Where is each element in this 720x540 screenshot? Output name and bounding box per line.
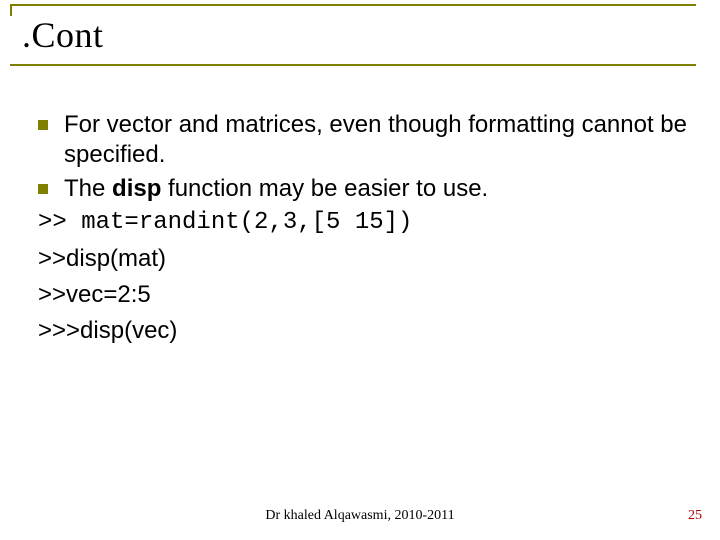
code-plain-line: >>disp(mat): [38, 244, 690, 274]
bullet-item: For vector and matrices, even though for…: [38, 110, 690, 170]
title-accent: [10, 6, 12, 16]
code-plain-line: >>>disp(vec): [38, 316, 690, 346]
slide-title: .Cont: [22, 14, 104, 56]
bullet-text: For vector and matrices, even though for…: [64, 110, 690, 170]
code-line: >> mat=randint(2,3,[5 15]): [38, 208, 690, 238]
bullet-text: The disp function may be easier to use.: [64, 174, 690, 204]
square-bullet-icon: [38, 184, 48, 194]
slide: .Cont For vector and matrices, even thou…: [0, 0, 720, 540]
bullet-item: The disp function may be easier to use.: [38, 174, 690, 204]
slide-body: For vector and matrices, even though for…: [38, 110, 690, 350]
title-band: .Cont: [10, 4, 696, 66]
footer-author: Dr khaled Alqawasmi, 2010-2011: [0, 508, 720, 524]
square-bullet-icon: [38, 120, 48, 130]
slide-number: 25: [688, 508, 702, 524]
code-plain-line: >>vec=2:5: [38, 280, 690, 310]
